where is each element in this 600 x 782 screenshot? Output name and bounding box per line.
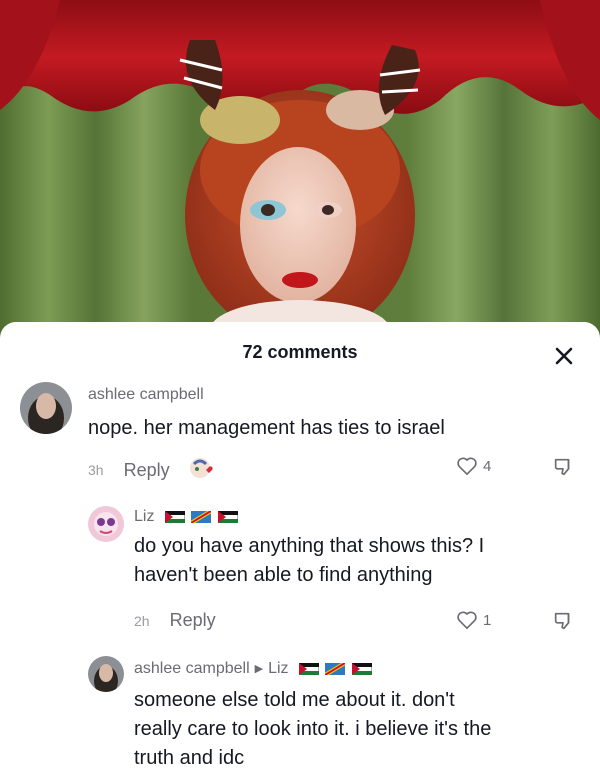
flag-icons <box>164 508 240 526</box>
video-background <box>0 0 600 340</box>
avatar[interactable] <box>20 382 72 434</box>
dislike-icon[interactable] <box>552 456 574 478</box>
comment-username-name[interactable]: Liz <box>134 508 154 525</box>
flag-icon <box>217 510 238 523</box>
flag-icon <box>351 662 372 675</box>
like-button[interactable]: 4 <box>456 456 491 476</box>
gift-emoji-icon <box>188 456 216 484</box>
close-icon[interactable] <box>550 342 578 370</box>
flag-icon <box>299 662 319 675</box>
flag-icon <box>164 510 185 523</box>
comment-text: do you have anything that shows this? I … <box>134 532 584 590</box>
flag-icons <box>299 660 374 678</box>
like-button[interactable]: 1 <box>456 610 491 630</box>
comment-text: nope. her management has ties to israel <box>88 417 445 439</box>
comment-text-line: really care to look into it. i believe i… <box>134 718 492 740</box>
heart-icon <box>457 611 477 629</box>
avatar-image <box>20 382 72 434</box>
comment-username: ashlee campbell ▶ Liz <box>134 660 374 678</box>
reply-arrow-icon: ▶ <box>254 663 264 676</box>
comment-username-name[interactable]: ashlee campbell <box>134 660 250 677</box>
flag-icon <box>325 662 346 675</box>
comments-count-title: 72 comments <box>242 342 358 362</box>
avatar[interactable] <box>88 506 124 542</box>
reply-to-username[interactable]: Liz <box>268 660 288 677</box>
heart-icon <box>457 457 477 475</box>
flag-icon <box>191 510 212 523</box>
comment-time: 3h <box>88 462 104 478</box>
dislike-icon[interactable] <box>552 610 574 632</box>
comment-username: Liz <box>134 508 240 526</box>
reply-button[interactable]: Reply <box>170 610 216 631</box>
comments-sheet: 72 comments ashlee campbell nope. her ma… <box>0 322 600 782</box>
comment-text: someone else told me about it. don't rea… <box>134 686 584 773</box>
like-count: 4 <box>483 457 492 475</box>
avatar-image <box>88 506 124 542</box>
comment-meta: 3h Reply <box>88 456 216 484</box>
comment-meta: 2h Reply <box>134 610 216 631</box>
comment-text-line: truth and idc <box>134 747 245 769</box>
comment-text-line: do you have anything that shows this? I <box>134 535 485 557</box>
comment-time: 2h <box>134 612 150 629</box>
avatar[interactable] <box>88 656 124 692</box>
video-frame-image <box>0 0 600 340</box>
like-count: 1 <box>483 611 492 629</box>
comment-text-line: haven't been able to find anything <box>134 564 433 586</box>
comment-text-line: someone else told me about it. don't <box>134 689 455 711</box>
reply-button[interactable]: Reply <box>124 460 170 481</box>
comment-username[interactable]: ashlee campbell <box>88 386 204 404</box>
avatar-image <box>88 656 124 692</box>
